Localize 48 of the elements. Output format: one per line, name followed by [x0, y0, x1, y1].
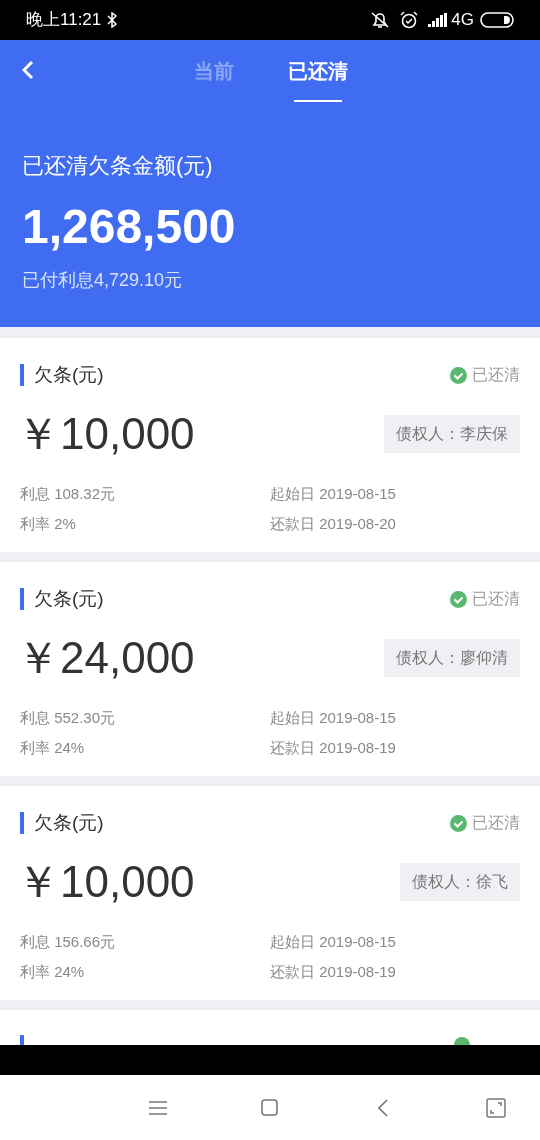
status-label: 已还清: [472, 365, 520, 385]
signal-icon: [428, 13, 449, 27]
check-circle-icon: [450, 814, 467, 832]
battery-icon: [480, 12, 514, 28]
due-date: 还款日 2019-08-20: [270, 515, 397, 533]
check-circle-icon: [450, 590, 467, 608]
start-date: 起始日 2019-08-15: [270, 709, 397, 727]
card-title: 欠条(元): [34, 810, 104, 835]
summary-label: 已还清欠条金额(元): [22, 155, 213, 177]
creditor-tag: 债权人：李庆保: [384, 415, 520, 453]
interest-text: 利息 156.66元: [20, 933, 117, 951]
start-date: 起始日 2019-08-15: [270, 933, 397, 951]
loan-amount: ￥10,000: [16, 412, 195, 456]
summary-amount: 1,268,500: [22, 203, 236, 251]
interest-text: 利息 108.32元: [20, 485, 117, 503]
accent-bar: [20, 364, 24, 386]
card-title: 欠条(元): [34, 586, 104, 611]
home-icon[interactable]: [261, 1099, 278, 1116]
back-icon[interactable]: [378, 1098, 388, 1117]
accent-bar: [20, 812, 24, 834]
bluetooth-icon: [107, 12, 118, 28]
tab[interactable]: 已还清: [288, 40, 348, 102]
creditor-tag: 债权人：徐飞: [400, 863, 520, 901]
debt-card[interactable]: 欠条(元) 已还清 ￥24,000 债权人：廖仰清 利息 552.30元 起始日 2019-08-15 利率 24% 还款日 2019-08-19: [0, 562, 540, 776]
rate-text: 利率 24%: [20, 739, 86, 757]
status-time: 晚上11:21: [26, 9, 102, 32]
due-date: 还款日 2019-08-19: [270, 963, 397, 981]
alarm-icon: [400, 11, 419, 29]
loan-amount: ￥10,000: [16, 860, 195, 904]
loan-amount: ￥24,000: [16, 636, 195, 680]
check-circle-icon: [450, 366, 467, 384]
accent-bar: [20, 588, 24, 610]
rate-text: 利率 24%: [20, 963, 86, 981]
due-date: 还款日 2019-08-19: [270, 739, 397, 757]
rate-text: 利率 2%: [20, 515, 77, 533]
bell-off-icon: [370, 11, 391, 29]
start-date: 起始日 2019-08-15: [270, 485, 397, 503]
card-title: 欠条(元): [34, 362, 104, 387]
status-label: 已还清: [472, 589, 520, 609]
interest-text: 利息 552.30元: [20, 709, 117, 727]
network-label: 4G: [451, 9, 474, 32]
recents-icon[interactable]: [486, 1097, 506, 1118]
debt-card[interactable]: 欠条(元) 已还清 ￥10,000 债权人：李庆保 利息 108.32元 起始日 2019-08-15 利率 2% 还款日 2019-08-20: [0, 338, 540, 552]
status-label: 已还清: [472, 813, 520, 833]
creditor-tag: 债权人：廖仰清: [384, 639, 520, 677]
summary-interest: 已付利息4,729.10元: [22, 271, 183, 289]
debt-card[interactable]: 欠条(元) 已还清 ￥10,000 债权人：徐飞 利息 156.66元 起始日 2019-08-15 利率 24% 还款日 2019-08-19: [0, 786, 540, 1000]
menu-icon[interactable]: [149, 1100, 167, 1115]
